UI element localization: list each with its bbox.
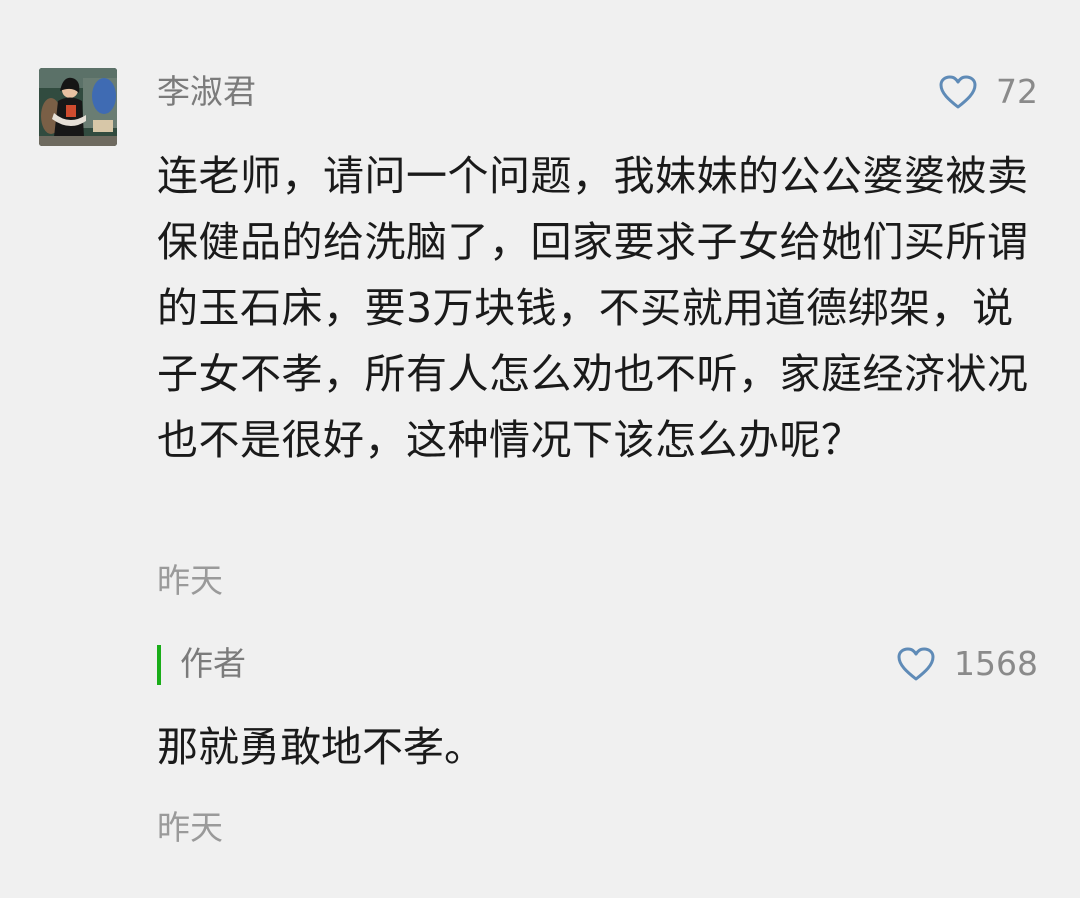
heart-outline-icon [897, 647, 935, 681]
author-label: 作者 [180, 644, 246, 683]
reply-like-button[interactable]: 1568 [896, 642, 1038, 686]
comment-text: 连老师，请问一个问题，我妹妹的公公婆婆被卖保健品的给洗脑了，回家要求子女给她们买… [157, 152, 1029, 464]
avatar[interactable] [39, 68, 117, 146]
author-reply-indicator [157, 645, 161, 685]
heart-outline-icon [939, 75, 977, 109]
comment-username[interactable]: 李淑君 [157, 70, 256, 114]
comment-like-button[interactable]: 72 [938, 70, 1038, 114]
comment-like-count: 72 [996, 72, 1038, 111]
reply-text: 那就勇敢地不孝。 [157, 723, 485, 771]
reply-time: 昨天 [157, 808, 223, 847]
reply-like-count: 1568 [954, 644, 1038, 683]
comment-time: 昨天 [157, 561, 223, 600]
